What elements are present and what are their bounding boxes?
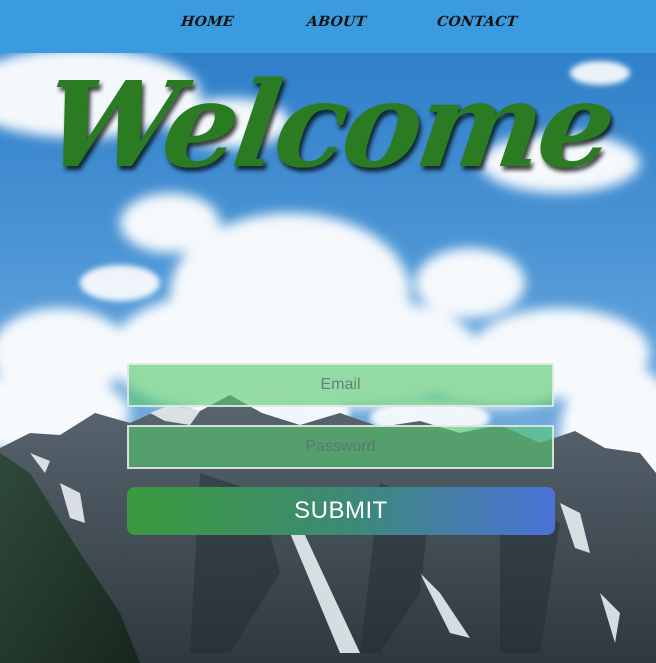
welcome-heading: Welcome [35, 55, 621, 194]
top-nav: HOME ABOUT CONTACT [0, 0, 656, 53]
nav-link-about[interactable]: ABOUT [306, 14, 367, 30]
nav-link-home[interactable]: HOME [180, 14, 234, 30]
password-input[interactable] [127, 425, 554, 469]
nav-link-contact[interactable]: CONTACT [436, 14, 518, 30]
submit-button[interactable]: SUBMIT [127, 487, 555, 535]
email-input[interactable] [127, 363, 554, 407]
